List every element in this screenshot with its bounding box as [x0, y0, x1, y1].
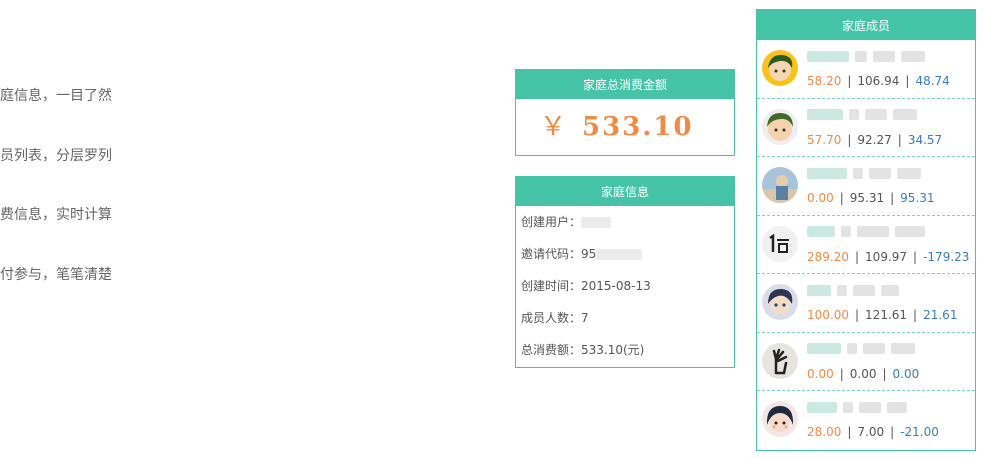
- balance-amount: 48.74: [915, 74, 950, 88]
- anime-avatar-icon: [762, 284, 798, 320]
- green-avatar-icon: [762, 108, 798, 145]
- feature-item: 支付参与，笔笔清楚: [0, 266, 112, 283]
- paid-amount: 100.00: [807, 308, 849, 322]
- info-row-creator: 创建用户：: [516, 206, 734, 238]
- feature-item: 家庭信息，一目了然: [0, 88, 112, 104]
- member-amounts: 58.20 | 106.94 | 48.74: [807, 74, 950, 88]
- paid-amount: 0.00: [807, 191, 834, 205]
- paid-amount: 289.20: [807, 249, 849, 264]
- member-row[interactable]: 100.00 | 121.61 | 21.61: [757, 274, 975, 333]
- member-name-blurred: [807, 343, 915, 355]
- balance-amount: 95.31: [900, 191, 935, 205]
- hand-avatar-icon: [762, 342, 798, 379]
- member-name-blurred: [807, 401, 907, 413]
- balance-amount: 34.57: [907, 132, 943, 147]
- member-amounts: 57.70 | 92.27 | 34.57: [807, 132, 943, 147]
- member-name-blurred: [807, 109, 917, 121]
- info-label: 成员人数：: [521, 311, 582, 325]
- share-amount: 0.00: [849, 366, 877, 381]
- paid-amount: 28.00: [807, 425, 842, 439]
- feature-list: 家庭信息，一目了然 成员列表，分层罗列 消费信息，实时计算 支付参与，笔笔清楚: [0, 86, 112, 324]
- info-row-created-time: 创建时间：2015-08-13: [516, 270, 734, 302]
- blurred-value: [581, 217, 612, 228]
- balance-amount: -21.00: [900, 425, 939, 439]
- share-amount: 7.00: [857, 425, 885, 439]
- total-consumption-panel: 家庭总消费金额 ￥ 533.10: [515, 69, 735, 156]
- share-amount: 121.61: [865, 308, 908, 322]
- paid-amount: 58.20: [807, 74, 842, 88]
- info-value: 533.10(元): [581, 343, 645, 357]
- member-name-blurred: [807, 167, 921, 179]
- info-label: 创建时间：: [521, 279, 582, 293]
- photo-avatar-icon: [762, 167, 798, 203]
- member-name-blurred: [807, 284, 899, 296]
- member-amounts: 28.00 | 7.00 | -21.00: [807, 425, 939, 439]
- info-row-member-count: 成员人数：7: [516, 302, 734, 334]
- balance-amount: -179.23: [923, 249, 970, 264]
- info-label: 总消费额：: [521, 343, 582, 357]
- blurred-value: [596, 249, 643, 260]
- info-row-invite-code: 邀请代码：95: [516, 238, 734, 270]
- member-row[interactable]: 57.70 | 92.27 | 34.57: [757, 99, 975, 157]
- balance-amount: 21.61: [923, 308, 958, 322]
- panel-title: 家庭总消费金额: [516, 70, 734, 99]
- paid-amount: 57.70: [807, 132, 842, 147]
- family-info-panel: 家庭信息 创建用户： 邀请代码：95 创建时间：2015-08-13 成员人数：…: [515, 176, 735, 368]
- info-value: 2015-08-13: [581, 279, 651, 293]
- member-row[interactable]: 289.20 | 109.97 | -179.23: [757, 216, 975, 274]
- info-value: 7: [581, 311, 589, 325]
- currency-symbol: ￥: [540, 112, 569, 142]
- member-row[interactable]: 0.00 | 0.00 | 0.00: [757, 333, 975, 391]
- member-row[interactable]: 0.00 | 95.31 | 95.31: [757, 157, 975, 216]
- panel-title: 家庭信息: [516, 177, 734, 206]
- share-amount: 92.27: [857, 132, 892, 147]
- member-amounts: 100.00 | 121.61 | 21.61: [807, 308, 958, 322]
- info-label: 邀请代码：: [521, 247, 582, 261]
- girl-avatar-icon: [762, 401, 798, 437]
- member-amounts: 0.00 | 95.31 | 95.31: [807, 191, 935, 205]
- share-amount: 95.31: [849, 191, 885, 205]
- member-row[interactable]: 58.20 | 106.94 | 48.74: [757, 40, 975, 99]
- member-amounts: 289.20 | 109.97 | -179.23: [807, 249, 970, 264]
- member-amounts: 0.00 | 0.00 | 0.00: [807, 366, 920, 381]
- panel-title: 家庭成员: [757, 10, 975, 40]
- yellow-avatar-icon: [762, 50, 798, 86]
- paid-amount: 0.00: [807, 366, 834, 381]
- info-label: 创建用户：: [521, 215, 582, 229]
- member-name-blurred: [807, 226, 925, 238]
- family-members-panel: 家庭成员 58.20 | 106.94 | 48.74 57.70 | 92.27 | 34.5…: [756, 9, 976, 451]
- share-amount: 109.97: [865, 249, 908, 264]
- feature-item: 消费信息，实时计算: [0, 207, 112, 223]
- info-row-total-spend: 总消费额：533.10(元): [516, 334, 734, 366]
- share-amount: 106.94: [857, 74, 900, 88]
- balance-amount: 0.00: [892, 366, 920, 381]
- total-amount: ￥ 533.10: [516, 99, 734, 155]
- member-name-blurred: [807, 50, 925, 62]
- info-value: 95: [581, 247, 597, 261]
- amount-value: 533.10: [582, 112, 694, 142]
- feature-item: 成员列表，分层罗列: [0, 147, 112, 164]
- member-row[interactable]: 28.00 | 7.00 | -21.00: [757, 391, 975, 450]
- text-avatar-icon: [762, 225, 798, 262]
